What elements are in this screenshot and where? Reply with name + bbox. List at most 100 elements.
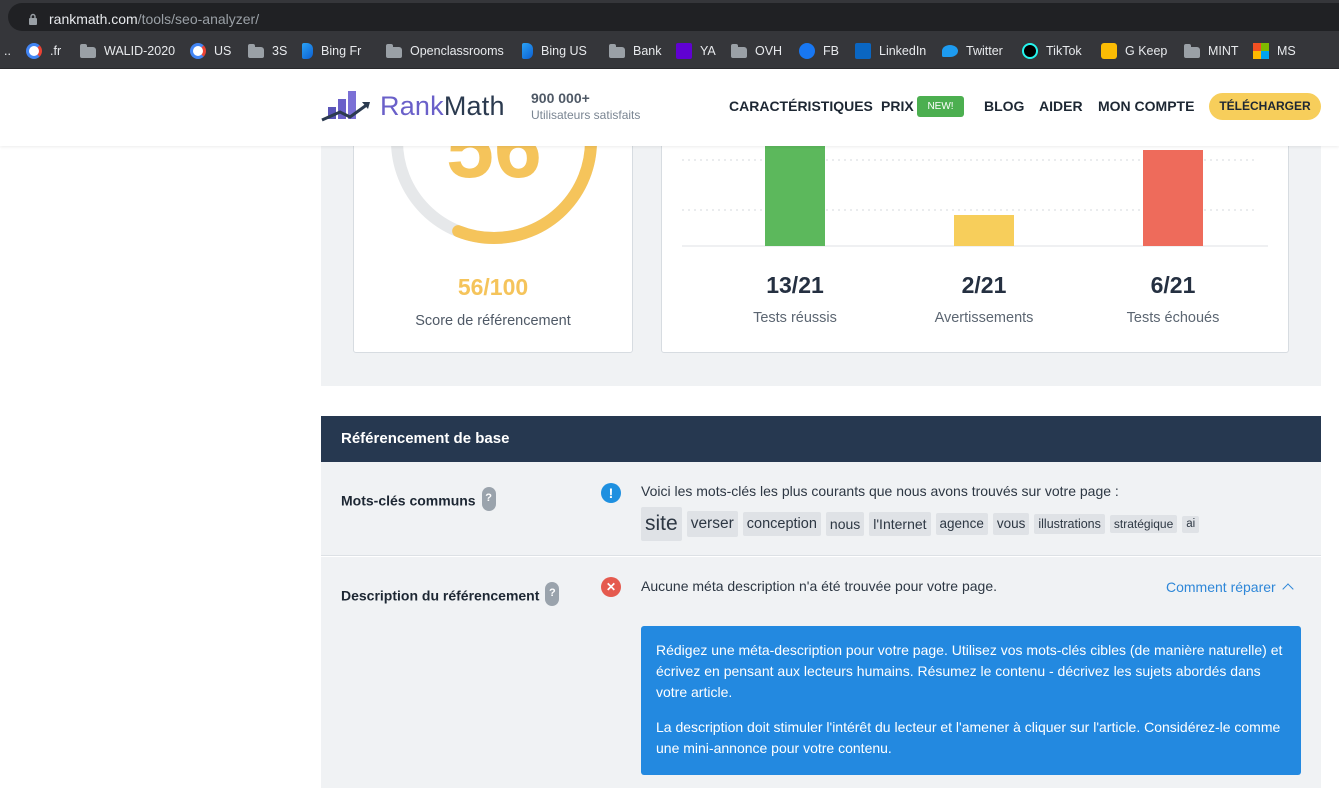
info-icon: ! xyxy=(601,483,621,503)
keyword-tag: illustrations xyxy=(1034,514,1105,534)
google-icon xyxy=(26,43,42,59)
logo-wordmark: RankMath xyxy=(380,91,505,122)
download-button[interactable]: TÉLÉCHARGER xyxy=(1209,93,1321,120)
user-count: 900 000+ xyxy=(531,90,590,106)
section-title: Référencement de base xyxy=(321,416,1321,462)
bookmark-twitter[interactable]: Twitter xyxy=(942,42,1003,60)
nav-pricing[interactable]: PRIX xyxy=(881,98,914,114)
bookmark-label: Twitter xyxy=(966,44,1003,58)
site-header: RankMath 900 000+ Utilisateurs satisfait… xyxy=(0,69,1339,146)
chevron-up-icon xyxy=(1282,583,1294,595)
lock-icon xyxy=(29,13,37,25)
google-icon xyxy=(190,43,206,59)
twitter-icon xyxy=(942,45,958,57)
bookmark-label: YA xyxy=(700,44,716,58)
bookmark-label: MS xyxy=(1277,44,1296,58)
logo-math-text: Math xyxy=(443,90,505,121)
yahoo-icon xyxy=(676,43,692,59)
common-keywords-row: Mots-clés communs? ! Voici les mots-clés… xyxy=(321,462,1321,556)
bookmarks-bar: .. .fr WALID-2020 US 3S Bing Fr Openclassroom… xyxy=(0,34,1339,69)
bookmark-ms[interactable]: MS xyxy=(1253,42,1296,60)
warnings-count: 2/21 xyxy=(961,272,1007,298)
how-to-fix-link[interactable]: Comment réparer xyxy=(1166,579,1294,595)
url-text: rankmath.com/tools/seo-analyzer/ xyxy=(49,11,259,27)
bookmark-bank[interactable]: Bank xyxy=(609,42,662,60)
folder-icon xyxy=(248,43,264,58)
bookmark-label: LinkedIn xyxy=(879,44,927,58)
keyword-tag: site xyxy=(641,507,682,541)
bing-icon xyxy=(522,43,533,59)
bing-icon xyxy=(302,43,313,59)
google-keep-icon xyxy=(1101,43,1117,59)
help-icon[interactable]: ? xyxy=(481,487,496,511)
help-icon[interactable]: ? xyxy=(545,582,560,606)
new-badge: NEW! xyxy=(917,96,964,117)
facebook-icon xyxy=(799,43,815,59)
bookmark-bing-us[interactable]: Bing US xyxy=(522,42,587,60)
bookmark-fb[interactable]: FB xyxy=(799,42,839,60)
bookmark-label: Bing US xyxy=(541,44,587,58)
fix-instructions: Rédigez une méta-description pour votre … xyxy=(641,626,1301,775)
bookmark-bing-fr[interactable]: Bing Fr xyxy=(302,42,361,60)
bookmark-label: OVH xyxy=(755,44,783,58)
user-count-label: Utilisateurs satisfaits xyxy=(531,108,641,122)
keyword-tag: agence xyxy=(935,513,988,535)
row-title-keywords: Mots-clés communs? xyxy=(341,487,496,514)
url-path: /tools/seo-analyzer/ xyxy=(137,11,260,27)
bookmark-label: FB xyxy=(823,44,839,58)
keyword-tag: stratégique xyxy=(1109,515,1178,533)
nav-blog[interactable]: BLOG xyxy=(984,98,1024,114)
bookmark-label: Bank xyxy=(633,44,662,58)
description-status-text: Aucune méta description n'a été trouvée … xyxy=(641,578,998,594)
bookmark-ya[interactable]: YA xyxy=(676,42,716,60)
bookmark-openclassrooms[interactable]: Openclassrooms xyxy=(386,42,504,60)
folder-icon xyxy=(386,43,402,58)
keywords-title-text: Mots-clés communs xyxy=(341,492,476,509)
passed-count: 13/21 xyxy=(766,272,824,298)
bookmark-label: G Keep xyxy=(1125,44,1168,58)
failed-count: 6/21 xyxy=(1150,272,1196,298)
browser-toolbar: rankmath.com/tools/seo-analyzer/ xyxy=(0,0,1339,34)
keyword-tag: ai xyxy=(1182,515,1200,533)
nav-help[interactable]: AIDER xyxy=(1039,98,1083,114)
bar-avertissements xyxy=(954,215,1014,246)
bookmark-label: MINT xyxy=(1208,44,1239,58)
nav-features[interactable]: CARACTÉRISTIQUES xyxy=(729,98,873,114)
bookmark-label: .fr xyxy=(50,44,62,58)
bookmark-3s[interactable]: 3S xyxy=(248,42,287,60)
score-value: 56/100 xyxy=(457,274,529,300)
microsoft-icon xyxy=(1253,43,1269,59)
keyword-tag: vous xyxy=(992,513,1030,535)
bookmark-label: US xyxy=(214,44,232,58)
failed-label: Tests échoués xyxy=(1126,310,1220,326)
bookmark-walid-2020[interactable]: WALID-2020 xyxy=(80,42,175,60)
bookmark-linkedin[interactable]: LinkedIn xyxy=(855,42,926,60)
nav-account[interactable]: MON COMPTE xyxy=(1098,98,1194,114)
bookmark-label: Openclassrooms xyxy=(410,44,504,58)
fail-icon: ✕ xyxy=(601,577,621,597)
keyword-tag: l'Internet xyxy=(869,512,931,536)
meta-description-row: Description du référencement? ✕ Aucune m… xyxy=(321,557,1321,788)
bookmark-fr[interactable]: .fr xyxy=(26,42,61,60)
bookmark-label: TikTok xyxy=(1046,44,1082,58)
keyword-tag: verser xyxy=(686,511,738,537)
user-count-tagline: 900 000+ Utilisateurs satisfaits xyxy=(531,90,640,122)
bookmark-ovh[interactable]: OVH xyxy=(731,42,782,60)
bookmark-g-keep[interactable]: G Keep xyxy=(1101,42,1167,60)
folder-icon xyxy=(609,43,625,58)
bookmark-us[interactable]: US xyxy=(190,42,231,60)
url-host: rankmath.com xyxy=(49,11,138,27)
rankmath-logo-icon xyxy=(321,91,370,122)
address-bar[interactable]: rankmath.com/tools/seo-analyzer/ xyxy=(8,3,1339,31)
bookmarks-overflow[interactable]: .. xyxy=(4,42,11,60)
folder-icon xyxy=(1184,43,1200,58)
rankmath-logo[interactable]: RankMath xyxy=(320,89,505,123)
bookmark-mint[interactable]: MINT xyxy=(1184,42,1239,60)
passed-label: Tests réussis xyxy=(753,310,837,326)
seo-score-card: 56 56/100 Score de référencement xyxy=(353,110,633,353)
bookmark-label: 3S xyxy=(272,44,288,58)
bookmark-tiktok[interactable]: TikTok xyxy=(1022,42,1082,60)
bookmark-label: WALID-2020 xyxy=(104,44,176,58)
tiktok-icon xyxy=(1022,43,1038,59)
folder-icon xyxy=(731,43,747,58)
